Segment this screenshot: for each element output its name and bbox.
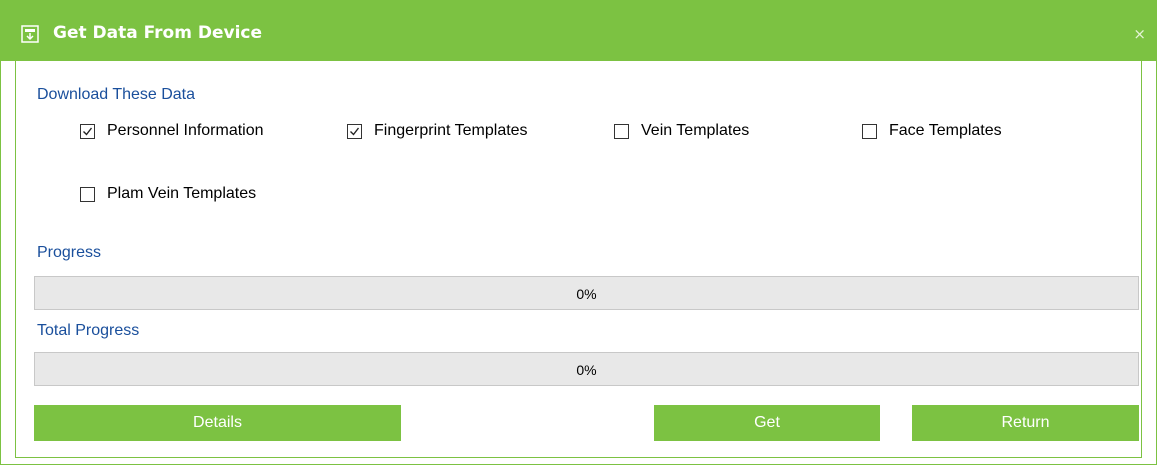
device-data-icon [21, 25, 39, 43]
return-button[interactable]: Return [912, 405, 1139, 441]
checkbox-personnel-information[interactable]: Personnel Information [80, 121, 264, 141]
checkmark-icon [350, 127, 360, 136]
get-button[interactable]: Get [654, 405, 880, 441]
checkbox-box[interactable] [862, 123, 877, 139]
close-icon[interactable]: × [1133, 25, 1146, 43]
checkbox-box[interactable] [347, 123, 362, 139]
checkbox-label: Plam Vein Templates [107, 185, 257, 202]
download-section-label: Download These Data [37, 86, 196, 103]
checkbox-face-templates[interactable]: Face Templates [862, 121, 1002, 141]
progress-label: Progress [37, 244, 102, 261]
checkbox-vein-templates[interactable]: Vein Templates [614, 121, 749, 141]
checkbox-box[interactable] [614, 123, 629, 139]
progress-percent: 0% [576, 286, 597, 302]
checkmark-icon [83, 127, 93, 136]
dialog-title: Get Data From Device [53, 23, 263, 43]
total-progress-percent: 0% [576, 362, 597, 378]
checkbox-box[interactable] [80, 123, 95, 139]
checkbox-label: Fingerprint Templates [374, 122, 528, 139]
checkbox-label: Vein Templates [641, 122, 750, 139]
progress-bar: 0% [34, 276, 1139, 310]
details-button[interactable]: Details [34, 405, 401, 441]
total-progress-label: Total Progress [37, 322, 140, 339]
checkbox-box[interactable] [80, 186, 95, 202]
title-bar[interactable]: Get Data From Device × [1, 1, 1156, 61]
checkbox-fingerprint-templates[interactable]: Fingerprint Templates [347, 121, 528, 141]
checkbox-plam-vein-templates[interactable]: Plam Vein Templates [80, 184, 256, 204]
checkbox-label: Face Templates [889, 122, 1002, 139]
total-progress-bar: 0% [34, 352, 1139, 386]
get-data-dialog: Get Data From Device × Download These Da… [0, 0, 1157, 465]
checkbox-label: Personnel Information [107, 122, 264, 139]
